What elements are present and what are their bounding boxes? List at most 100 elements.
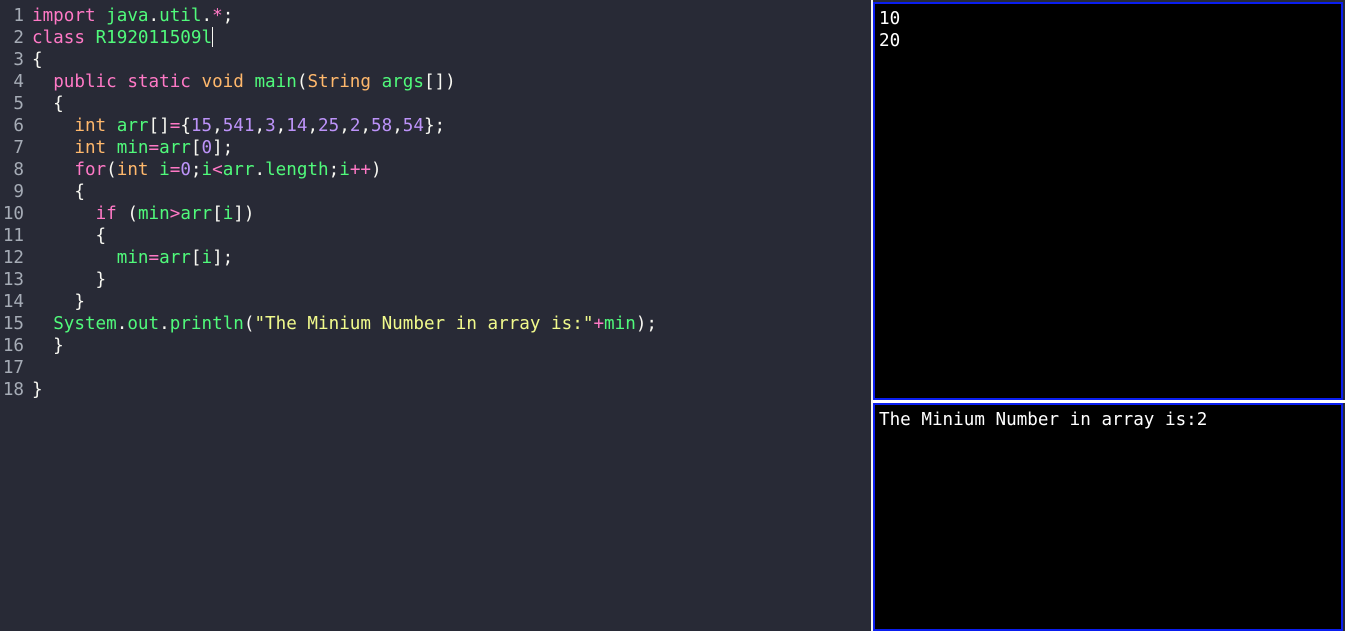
code-token: , [275, 116, 287, 136]
code-token: arr [159, 248, 191, 268]
code-token: ; [190, 160, 202, 180]
code-token: . [148, 6, 160, 26]
code-editor[interactable]: 1 import java.util.*; 2 class R192011509l 3{… [0, 0, 871, 631]
code-token: 58 [371, 116, 393, 136]
code-line[interactable]: 6 int arr[]={15,541,3,14,25,2,58,54}; [0, 115, 445, 137]
code-token: , [254, 116, 266, 136]
code-line[interactable]: 2 class R192011509l [0, 27, 214, 49]
line-number: 14 [2, 292, 24, 312]
code-token: int [116, 160, 149, 180]
code-token: = [148, 138, 160, 158]
code-runner-window: 1 import java.util.*; 2 class R192011509l 3{… [0, 0, 1345, 631]
code-token: for [74, 160, 107, 180]
code-line[interactable]: 17 [0, 357, 24, 379]
code-line[interactable]: 8 for(int i=0;i<arr.length;i++) [0, 159, 381, 181]
code-token: [ [190, 248, 202, 268]
line-number: 15 [2, 314, 24, 334]
code-text[interactable]: int arr[]={15,541,3,14,25,2,58,54}; [32, 115, 445, 137]
code-token: args [381, 72, 424, 92]
code-line[interactable]: 18} [0, 379, 43, 401]
code-line[interactable]: 1 import java.util.*; [0, 5, 233, 27]
code-token: i [159, 160, 170, 180]
code-line[interactable]: 14 } [0, 291, 85, 313]
code-line[interactable]: 16 } [0, 335, 64, 357]
code-text[interactable]: import java.util.*; [32, 5, 233, 27]
code-line[interactable]: 10 if (min>arr[i]) [0, 203, 255, 225]
line-number: 11 [2, 226, 24, 246]
code-token: , [392, 116, 403, 136]
code-text[interactable]: if (min>arr[i]) [32, 203, 255, 225]
code-token: 0 [201, 138, 213, 158]
line-number: 4 [13, 72, 24, 92]
code-token: int [74, 138, 107, 158]
code-text[interactable]: } [32, 379, 43, 401]
code-token: . [116, 314, 128, 334]
code-token: , [360, 116, 371, 136]
code-line[interactable]: 5 { [0, 93, 63, 115]
line-number: 6 [13, 116, 24, 136]
code-line[interactable]: 11 { [0, 225, 106, 247]
code-text[interactable]: System.out.println("The Minium Number in… [32, 313, 657, 335]
code-token: ]) [233, 204, 255, 224]
code-token: i [201, 160, 213, 180]
code-token: import [32, 6, 96, 26]
line-number: 9 [13, 182, 24, 202]
code-text[interactable]: } [32, 335, 64, 357]
code-text[interactable]: { [32, 49, 43, 71]
code-token: [ [212, 204, 223, 224]
code-token: min [116, 138, 149, 158]
code-token: ( [243, 314, 255, 334]
code-text[interactable]: } [32, 291, 85, 313]
code-token: "The Minium Number in array is:" [254, 314, 594, 334]
code-token: 541 [222, 116, 255, 136]
code-token: min [116, 248, 149, 268]
line-number: 16 [2, 336, 24, 356]
code-text[interactable]: { [32, 181, 85, 203]
code-token: R192011509l [95, 28, 213, 48]
code-text[interactable]: { [32, 225, 107, 247]
code-token: min [137, 204, 170, 224]
code-token: ]; [212, 138, 234, 158]
code-line[interactable]: 9 { [0, 181, 85, 203]
code-text[interactable]: } [32, 269, 107, 291]
code-text[interactable]: for(int i=0;i<arr.length;i++) [32, 159, 381, 181]
code-line[interactable]: 4 public static void main(String args[]) [0, 71, 455, 93]
code-line[interactable]: 3{ [0, 49, 42, 71]
code-token: 14 [286, 116, 308, 136]
code-token: { [180, 116, 191, 136]
code-token: length [265, 160, 329, 180]
code-token: { [32, 50, 43, 70]
code-text[interactable]: class R192011509l [32, 27, 214, 49]
code-line[interactable]: 15 System.out.println("The Minium Number… [0, 313, 657, 335]
code-token: ]; [212, 248, 234, 268]
code-text[interactable]: public static void main(String args[]) [32, 71, 456, 93]
code-line[interactable]: 12 min=arr[i]; [0, 247, 233, 269]
code-text[interactable]: { [32, 93, 64, 115]
code-token: String [307, 72, 371, 92]
code-token: ( [116, 204, 138, 224]
code-token: println [169, 314, 244, 334]
code-token: static [127, 72, 191, 92]
code-token: + [593, 314, 605, 334]
code-token: = [169, 116, 181, 136]
code-token: } [32, 270, 107, 290]
code-token: . [159, 314, 170, 334]
code-token: class [32, 28, 85, 48]
code-token: { [32, 182, 85, 202]
code-text[interactable]: int min=arr[0]; [32, 137, 233, 159]
line-number: 10 [2, 204, 24, 224]
code-line[interactable]: 7 int min=arr[0]; [0, 137, 233, 159]
code-token: public [53, 72, 117, 92]
code-token: , [212, 116, 223, 136]
code-line[interactable]: 13 } [0, 269, 106, 291]
code-text[interactable]: min=arr[i]; [32, 247, 234, 269]
line-number: 7 [13, 138, 24, 158]
stdin-input-pane[interactable]: 10 20 [873, 2, 1343, 400]
code-token: } [32, 292, 85, 312]
